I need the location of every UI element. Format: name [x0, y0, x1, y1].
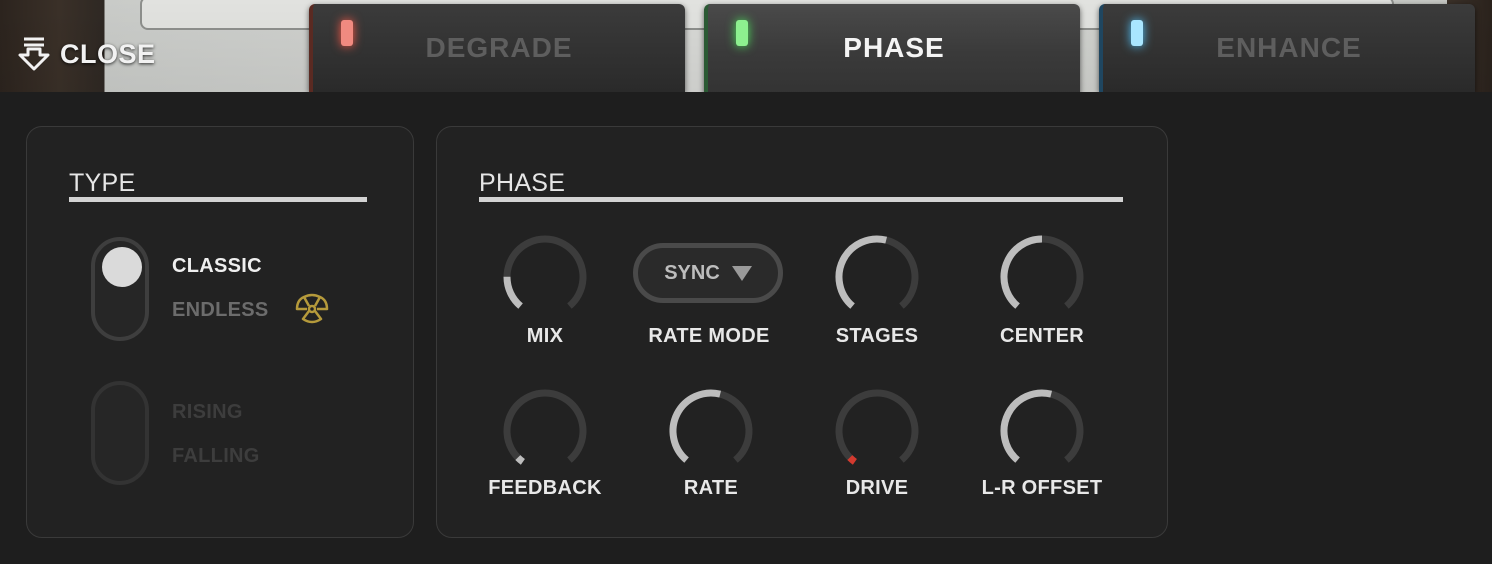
- feedback-label: FEEDBACK: [488, 477, 602, 499]
- close-arrow-icon: [16, 35, 52, 73]
- close-label: CLOSE: [60, 38, 156, 69]
- type-title-rule: [69, 197, 367, 202]
- tab-enhance[interactable]: ENHANCE: [1099, 4, 1475, 92]
- rate-mode-dropdown[interactable]: SYNC: [633, 243, 783, 303]
- option-falling[interactable]: FALLING: [172, 445, 260, 468]
- switch-knob: [102, 247, 142, 287]
- l-r-offset-label: L-R OFFSET: [981, 477, 1103, 499]
- radiation-icon: [293, 291, 331, 332]
- center-label: CENTER: [999, 325, 1085, 347]
- classic-endless-switch[interactable]: [91, 237, 149, 341]
- feedback-knob[interactable]: [497, 383, 593, 479]
- rate-label: RATE: [683, 477, 739, 499]
- knob-track: [835, 389, 919, 463]
- mix-label: MIX: [526, 325, 564, 347]
- option-endless[interactable]: ENDLESS: [172, 299, 269, 322]
- rate-mode-label: RATE MODE: [648, 325, 770, 347]
- stages-knob[interactable]: [829, 229, 925, 325]
- knob-value-arc: [847, 455, 857, 465]
- l-r-offset-knob[interactable]: [994, 383, 1090, 479]
- drive-label: DRIVE: [845, 477, 909, 499]
- knob-value-arc: [1000, 235, 1043, 309]
- phase-panel: PHASE MIX SYNC RATE MODE STAGES CENTER F…: [436, 126, 1168, 538]
- drive-knob[interactable]: [829, 383, 925, 479]
- tab-degrade-label: DEGRADE: [425, 32, 573, 63]
- tab-enhance-label: ENHANCE: [1216, 32, 1362, 63]
- knob-track: [503, 235, 587, 309]
- tab-phase-label: PHASE: [843, 32, 945, 63]
- tab-degrade[interactable]: DEGRADE: [309, 4, 685, 92]
- mix-knob[interactable]: [497, 229, 593, 325]
- option-classic[interactable]: CLASSIC: [172, 255, 262, 278]
- knob-value-arc: [503, 276, 523, 309]
- knob-track: [503, 389, 587, 463]
- stages-label: STAGES: [835, 325, 919, 347]
- phase-title-rule: [479, 197, 1123, 202]
- close-button[interactable]: CLOSE: [16, 34, 156, 74]
- rate-mode-value: SYNC: [664, 261, 720, 284]
- rate-knob[interactable]: [663, 383, 759, 479]
- knob-value-arc: [669, 389, 722, 463]
- option-rising[interactable]: RISING: [172, 401, 243, 424]
- type-title: TYPE: [69, 169, 136, 197]
- knob-value-arc: [1000, 389, 1053, 463]
- type-panel: TYPE CLASSIC ENDLESS RISING FALLING: [26, 126, 414, 538]
- knob-value-arc: [835, 235, 888, 309]
- center-knob[interactable]: [994, 229, 1090, 325]
- rising-falling-switch[interactable]: [91, 381, 149, 485]
- knob-value-arc: [515, 455, 525, 465]
- tab-phase[interactable]: PHASE: [704, 4, 1080, 92]
- top-bar: CLOSE DEGRADE PHASE ENHANCE: [0, 0, 1492, 92]
- dropdown-arrow-icon: [731, 265, 752, 281]
- phase-title: PHASE: [479, 169, 566, 197]
